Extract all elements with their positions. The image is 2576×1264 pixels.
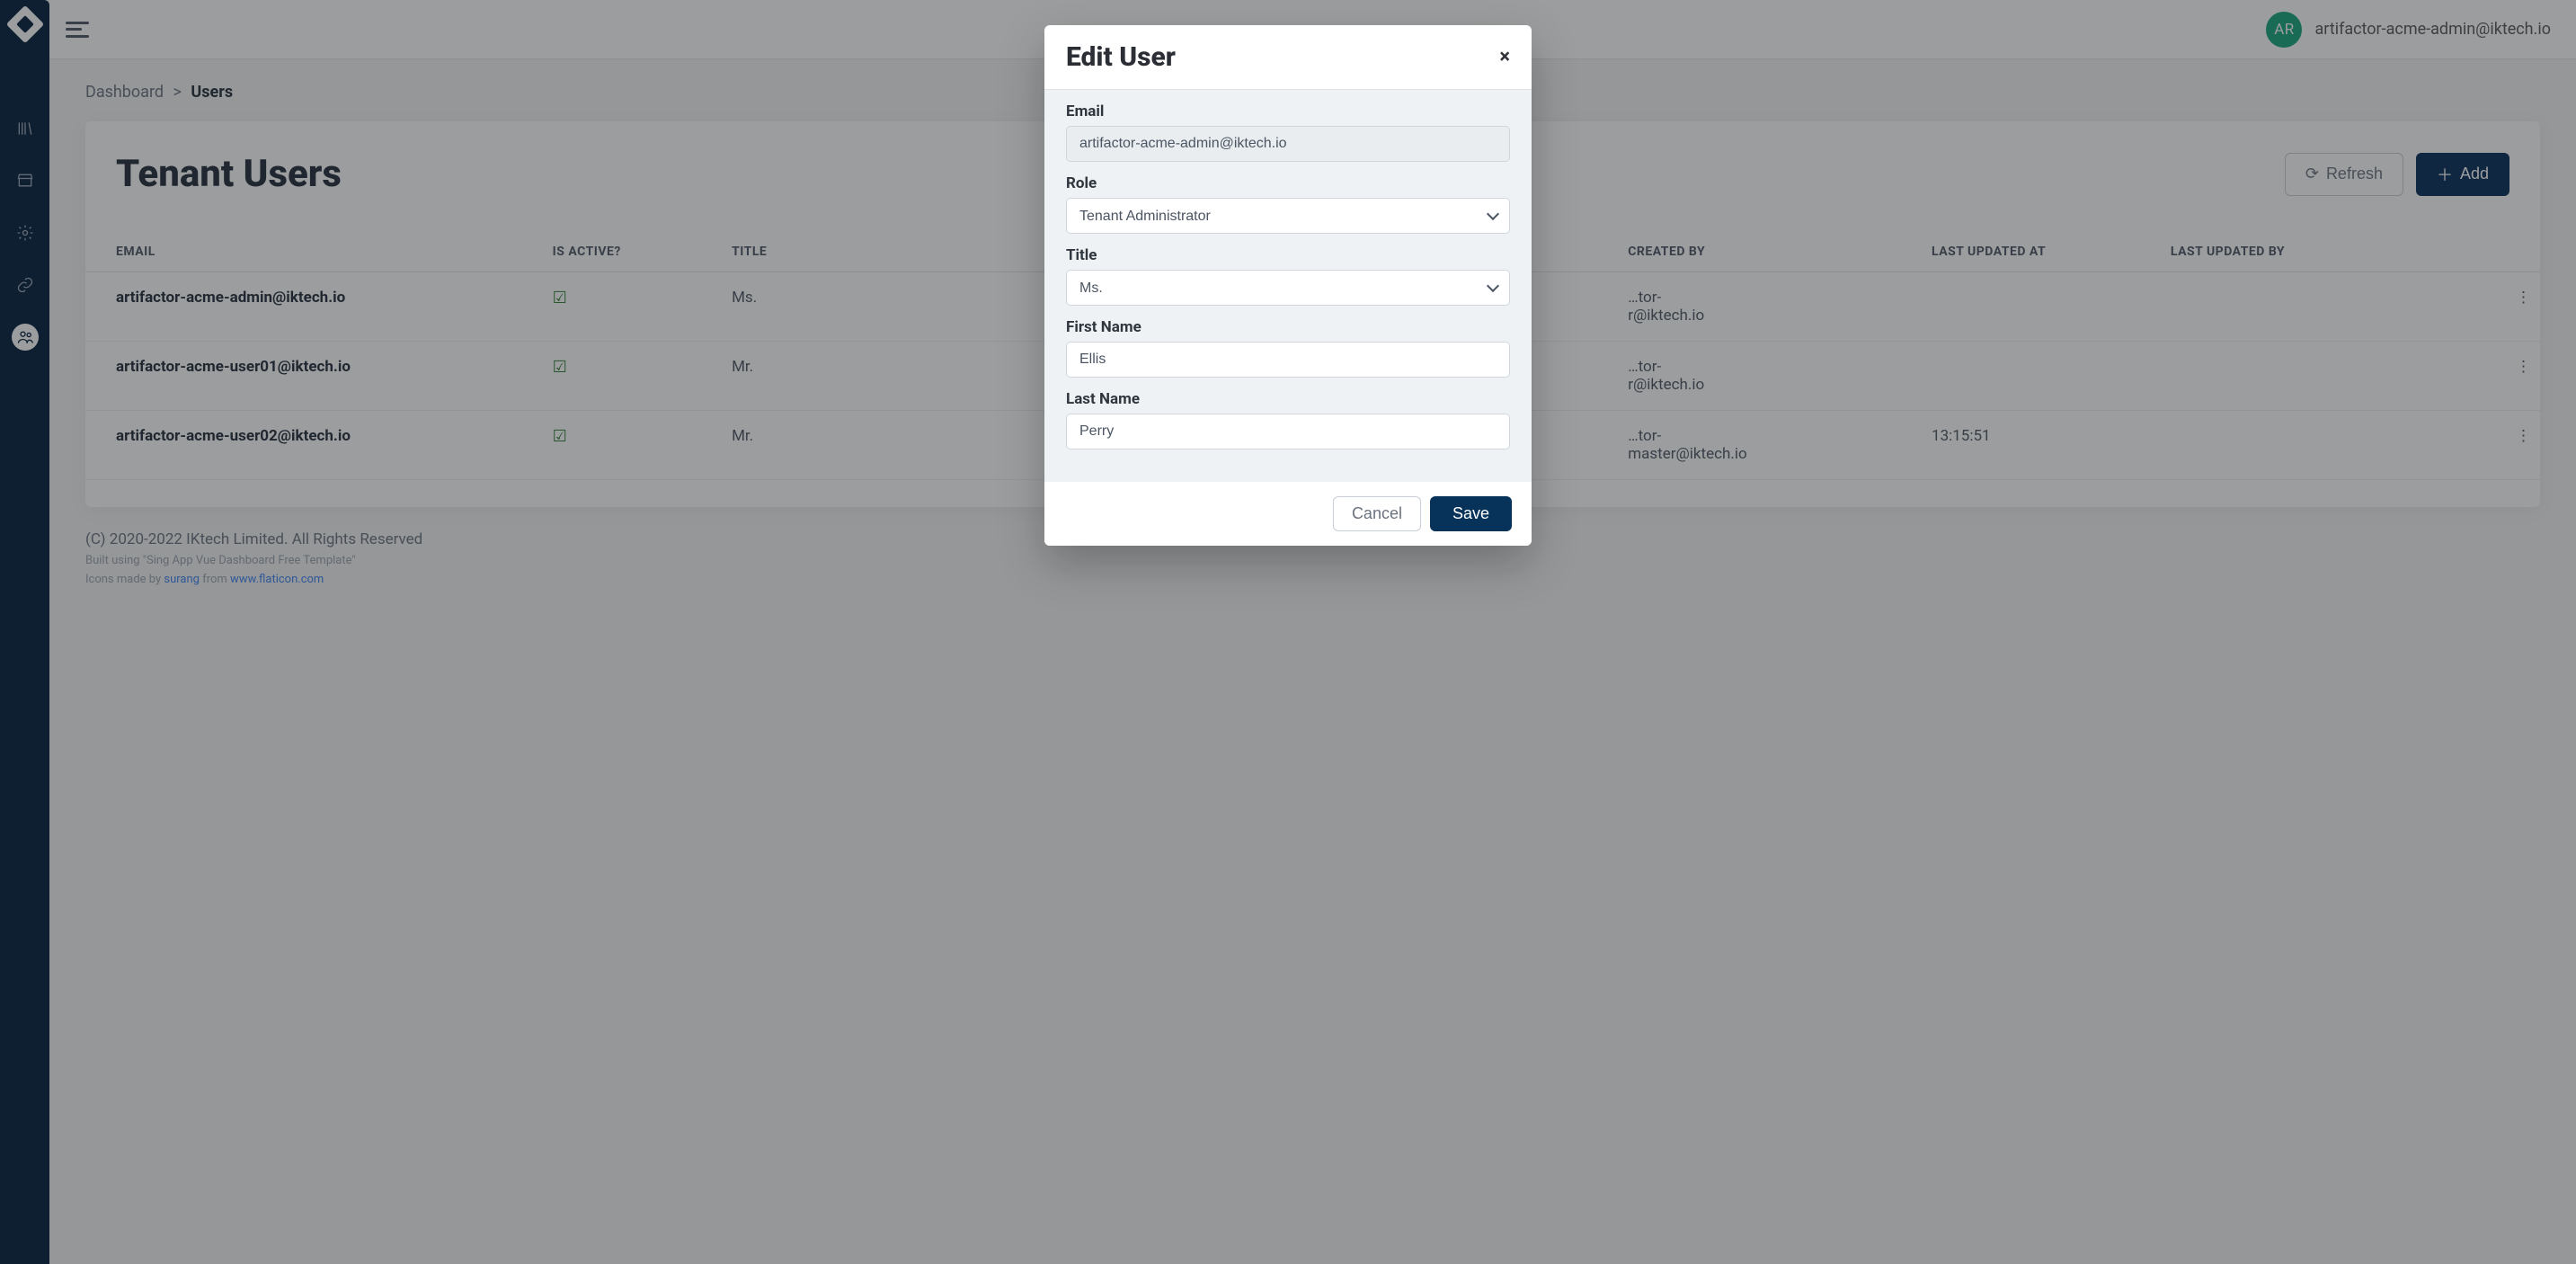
save-button[interactable]: Save: [1430, 496, 1512, 531]
label-firstname: First Name: [1066, 318, 1510, 336]
label-lastname: Last Name: [1066, 390, 1510, 408]
label-title: Title: [1066, 246, 1510, 264]
firstname-field[interactable]: [1066, 342, 1510, 378]
edit-user-modal: Edit User × Email Role Tenant Administra…: [1044, 25, 1532, 546]
cancel-button[interactable]: Cancel: [1333, 496, 1421, 531]
role-select[interactable]: Tenant Administrator: [1066, 198, 1510, 234]
lastname-field[interactable]: [1066, 414, 1510, 450]
label-email: Email: [1066, 102, 1510, 120]
close-icon[interactable]: ×: [1499, 46, 1510, 68]
label-role: Role: [1066, 174, 1510, 192]
modal-title: Edit User: [1066, 41, 1176, 73]
email-field[interactable]: [1066, 126, 1510, 162]
title-select[interactable]: Ms.: [1066, 270, 1510, 306]
